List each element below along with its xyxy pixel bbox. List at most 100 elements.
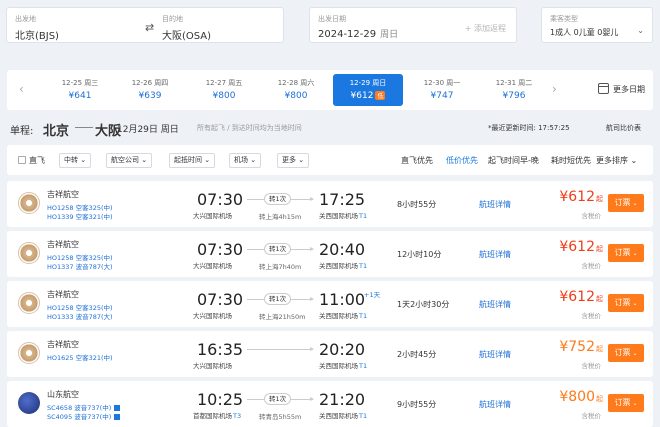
departure-airport-name: 大兴国际机场 [193,312,232,320]
date-option-price-wrap: ¥747 [407,91,477,101]
calendar-icon [598,83,609,94]
date-option[interactable]: 12-28 周六 ¥800 [261,74,331,106]
price-value: ¥752 [559,339,595,355]
price-value: ¥612 [559,189,595,205]
flight-number[interactable]: HO1337 波音787(大) [47,261,113,271]
passenger-select[interactable]: 乘客类型 1成人 0儿童 0婴儿 ⌄ [541,7,653,43]
date-option-price-wrap: ¥639 [115,91,185,101]
sort-departure-time[interactable]: 起飞时间早-晚 [488,155,539,166]
flight-number-text: SC4095 波音737(中) [47,413,112,421]
filter-transfer-label: 中转 [64,156,78,164]
date-option[interactable]: 12-30 周一 ¥747 [407,74,477,106]
flight-detail-link[interactable]: 航班详情 [479,199,511,210]
filter-transfer[interactable]: 中转 ⌄ [59,153,92,168]
flight-number[interactable]: SC4095 波音737(中) [47,411,121,421]
stop-count-badge[interactable]: 转1次 [264,243,292,255]
route-input-box[interactable]: 出发地 北京(BJS) ⇄ 目的地 大阪(OSA) [6,7,284,43]
tax-included-label: 含税价 [581,362,602,370]
date-option-price-wrap: ¥800 [189,91,259,101]
flight-row[interactable]: 吉祥航空 HO1258 空客325(中) HO1333 波音787(大) 07:30 大… [7,281,653,327]
local-time-hint: 所有起飞 / 到达时间均为当地时间 [197,124,302,132]
date-option[interactable]: 12-27 周五 ¥800 [189,74,259,106]
chevron-down-icon: ⌄ [637,26,644,35]
filter-airport[interactable]: 机场 ⌄ [229,153,262,168]
book-button[interactable]: 订票 ⌄ [608,344,644,362]
price-suffix: 起 [596,345,603,353]
book-button[interactable]: 订票 ⌄ [608,394,644,412]
chevron-right-icon[interactable]: › [552,82,557,96]
flight-detail-link[interactable]: 航班详情 [479,299,511,310]
flight-detail-link[interactable]: 航班详情 [479,349,511,360]
arrival-airport: 关西国际机场T1 [319,210,367,220]
chevron-left-icon[interactable]: ‹ [19,82,24,96]
book-button[interactable]: 订票 ⌄ [608,244,644,262]
airline-name: 吉祥航空 [47,190,79,199]
trip-type: 单程: [10,126,34,137]
origin-label: 出发地 [15,15,36,23]
filter-more[interactable]: 更多 ⌄ [277,153,310,168]
sort-lowest-price[interactable]: 低价优先 [446,155,478,166]
airline-logo [18,292,40,314]
sort-more[interactable]: 更多排序 ⌄ [596,155,637,166]
more-dates-button[interactable]: 更多日期 [598,83,645,95]
flight-row[interactable]: 吉祥航空 HO1625 空客321(中) 16:35 大兴国际机场 20:20 关西国际机… [7,331,653,377]
airline-logo [18,192,40,214]
date-option-price: ¥800 [212,91,236,101]
flight-row[interactable]: 吉祥航空 HO1258 空客325(中) HO1339 空客321(中) 07:30 大… [7,181,653,227]
destination-input[interactable]: 大阪(OSA) [162,27,211,42]
add-return-button[interactable]: + 添加返程 [465,23,506,34]
arrival-time: 20:20 [319,340,366,359]
filter-time[interactable]: 起抵时间 ⌄ [169,153,216,168]
sort-direct-first[interactable]: 直飞优先 [401,155,433,166]
departure-airport-name: 大兴国际机场 [193,362,232,370]
date-input[interactable]: 2024-12-29 周日 [318,27,398,40]
date-option-day: 12-29 周日 [349,79,387,87]
passenger-value: 1成人 0儿童 0婴儿 [550,28,619,37]
price-value: ¥800 [559,389,595,405]
departure-time: 07:30 [197,290,244,309]
date-option[interactable]: 12-25 周三 ¥641 [45,74,115,106]
date-input-box[interactable]: 出发日期 2024-12-29 周日 + 添加返程 [309,7,517,43]
date-option-price: ¥612 [350,91,374,101]
airline-compare-link[interactable]: 航司比价表 [606,123,641,133]
departure-airport: 首都国际机场T3 [193,410,241,420]
arrival-time: 17:25 [319,190,366,209]
flight-number[interactable]: HO1625 空客321(中) [47,352,113,362]
book-button[interactable]: 订票 ⌄ [608,294,644,312]
stop-count-badge[interactable]: 转1次 [264,293,292,305]
date-option-day: 12-28 周六 [277,79,315,87]
date-option[interactable]: 12-26 周四 ¥639 [115,74,185,106]
transfer-city: 转上海7h40m [259,263,302,271]
route-date: 12月29日 周日 [117,125,179,135]
arrival-terminal: T1 [359,362,368,370]
swap-icon[interactable]: ⇄ [145,21,154,34]
origin-input[interactable]: 北京(BJS) [15,27,59,42]
filter-more-label: 更多 [282,156,296,164]
arrival-terminal: T1 [359,412,368,420]
direct-checkbox-label[interactable]: 直飞 [29,155,45,166]
flight-detail-link[interactable]: 航班详情 [479,399,511,410]
last-updated: *最近更新时间: 17:57:25 [488,124,570,132]
date-option-price: ¥747 [430,91,454,101]
filter-airline[interactable]: 航空公司 ⌄ [106,153,153,168]
date-option-price-wrap: ¥800 [261,91,331,101]
flight-number[interactable]: HO1339 空客321(中) [47,211,113,221]
date-option[interactable]: 12-29 周日 ¥612 低 [333,74,403,106]
stop-count-badge[interactable]: 转1次 [264,393,292,405]
date-option[interactable]: 12-31 周二 ¥796 [479,74,549,106]
book-button-label: 订票 [614,398,631,407]
flight-number-text: HO1337 波音787(大) [47,263,113,271]
stop-count-badge[interactable]: 转1次 [264,193,292,205]
route-from: 北京 [43,124,70,139]
flight-price: ¥800起 [559,389,603,405]
direct-checkbox[interactable] [18,156,26,164]
flight-row[interactable]: 山东航空 SC4658 波音737(中) SC4095 波音737(中) 10:25 首… [7,381,653,427]
arrival-airport-name: 关西国际机场 [319,312,358,320]
book-button[interactable]: 订票 ⌄ [608,194,644,212]
flight-number[interactable]: HO1333 波音787(大) [47,311,113,321]
flight-detail-link[interactable]: 航班详情 [479,249,511,260]
date-option-price: ¥800 [284,91,308,101]
sort-shortest-duration[interactable]: 耗时短优先 [551,155,591,166]
flight-row[interactable]: 吉祥航空 HO1258 空客325(中) HO1337 波音787(大) 07:30 大… [7,231,653,277]
date-option-price-wrap: ¥612 低 [333,91,403,101]
